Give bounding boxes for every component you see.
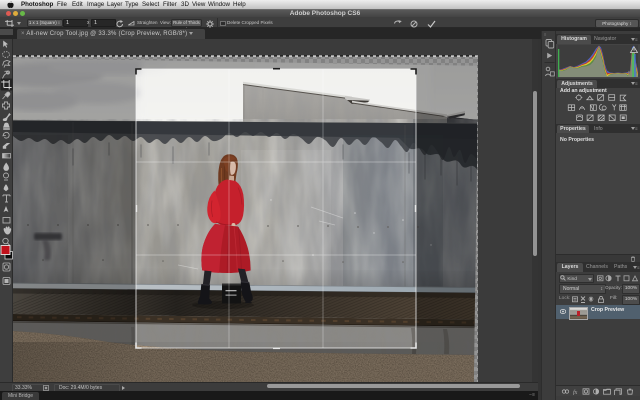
svg-text:fx: fx	[573, 389, 578, 395]
